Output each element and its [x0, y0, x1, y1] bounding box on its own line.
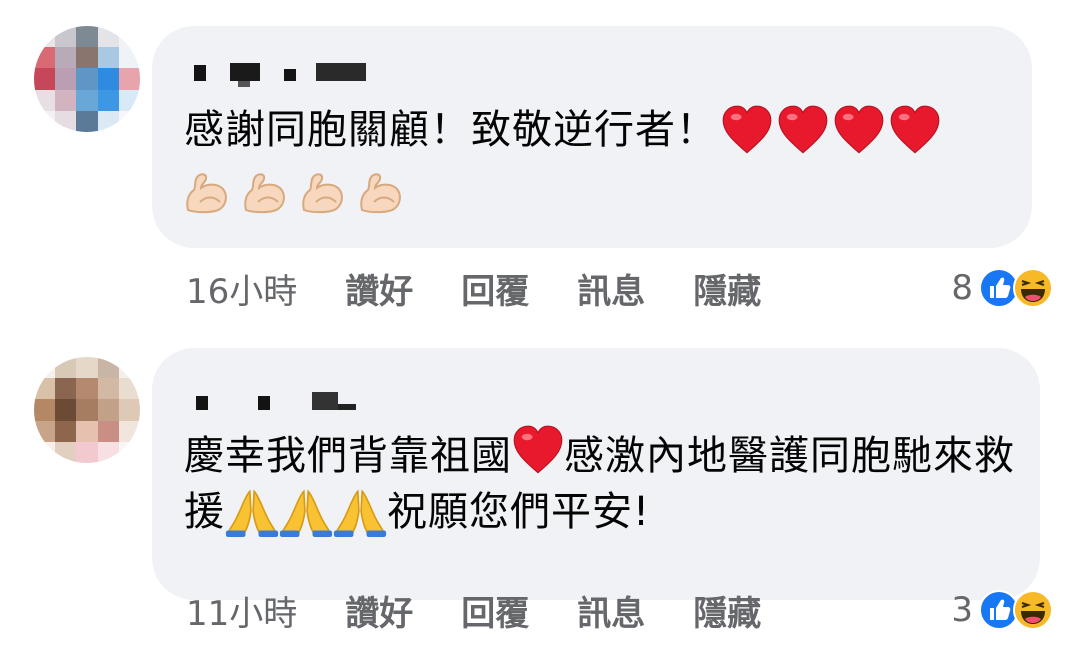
biceps-emoji-row [182, 168, 404, 214]
haha-reaction-icon [1013, 268, 1053, 308]
comment-text: 感謝同胞關顧！致敬逆行者！ [184, 102, 1014, 164]
reaction-count: 8 [951, 268, 973, 308]
heart-emoji-group [717, 105, 941, 164]
hide-button[interactable]: 隱藏 [693, 586, 761, 635]
red-heart-icon [777, 105, 829, 155]
reaction-summary[interactable]: 3 [951, 588, 1053, 632]
author-name-redacted[interactable] [188, 63, 378, 87]
comment-text: 慶幸我們背靠祖國 感激內地醫護同胞馳來救援 祝願您們平安! [184, 425, 1020, 546]
like-button[interactable]: 讚好 [345, 264, 413, 313]
avatar[interactable] [34, 357, 140, 463]
comment-timestamp[interactable]: 11小時 [186, 586, 297, 635]
comment-text-part1: 慶幸我們背靠祖國 [184, 433, 512, 479]
reaction-count: 3 [951, 590, 973, 630]
comment-timestamp[interactable]: 16小時 [186, 264, 297, 313]
folded-hands-icon [225, 487, 279, 537]
comment-bubble: 感謝同胞關顧！致敬逆行者！ [152, 26, 1032, 248]
red-heart-icon [833, 105, 885, 155]
flexed-biceps-icon [240, 168, 288, 214]
reaction-summary[interactable]: 8 [951, 266, 1053, 310]
comment-bubble: 慶幸我們背靠祖國 感激內地醫護同胞馳來救援 祝願您們平安! [152, 348, 1040, 600]
red-heart-icon [889, 105, 941, 155]
red-heart-icon [512, 425, 564, 475]
flexed-biceps-icon [182, 168, 230, 214]
message-button[interactable]: 訊息 [577, 586, 645, 635]
comment-item: 慶幸我們背靠祖國 感激內地醫護同胞馳來救援 祝願您們平安! 11小時 讚好 回覆 訊… [0, 327, 1075, 654]
folded-hands-icon [279, 487, 333, 537]
comment-actions: 11小時 讚好 回覆 訊息 隱藏 [186, 586, 809, 635]
message-button[interactable]: 訊息 [577, 264, 645, 313]
red-heart-icon [721, 105, 773, 155]
comment-actions: 16小時 讚好 回覆 訊息 隱藏 [186, 264, 809, 313]
like-button[interactable]: 讚好 [345, 586, 413, 635]
prayer-emoji-group [225, 487, 387, 546]
folded-hands-icon [333, 487, 387, 537]
flexed-biceps-icon [298, 168, 346, 214]
reply-button[interactable]: 回覆 [461, 586, 529, 635]
avatar[interactable] [34, 26, 140, 132]
comment-item: 感謝同胞關顧！致敬逆行者！ 16小時 讚好 回覆 訊息 隱藏 8 [0, 0, 1075, 327]
author-name-redacted[interactable] [188, 392, 378, 414]
reply-button[interactable]: 回覆 [461, 264, 529, 313]
comment-text-part3: 祝願您們平安! [387, 489, 651, 535]
hide-button[interactable]: 隱藏 [693, 264, 761, 313]
flexed-biceps-icon [356, 168, 404, 214]
comment-text-body: 感謝同胞關顧！致敬逆行者！ [184, 107, 717, 153]
haha-reaction-icon [1013, 590, 1053, 630]
